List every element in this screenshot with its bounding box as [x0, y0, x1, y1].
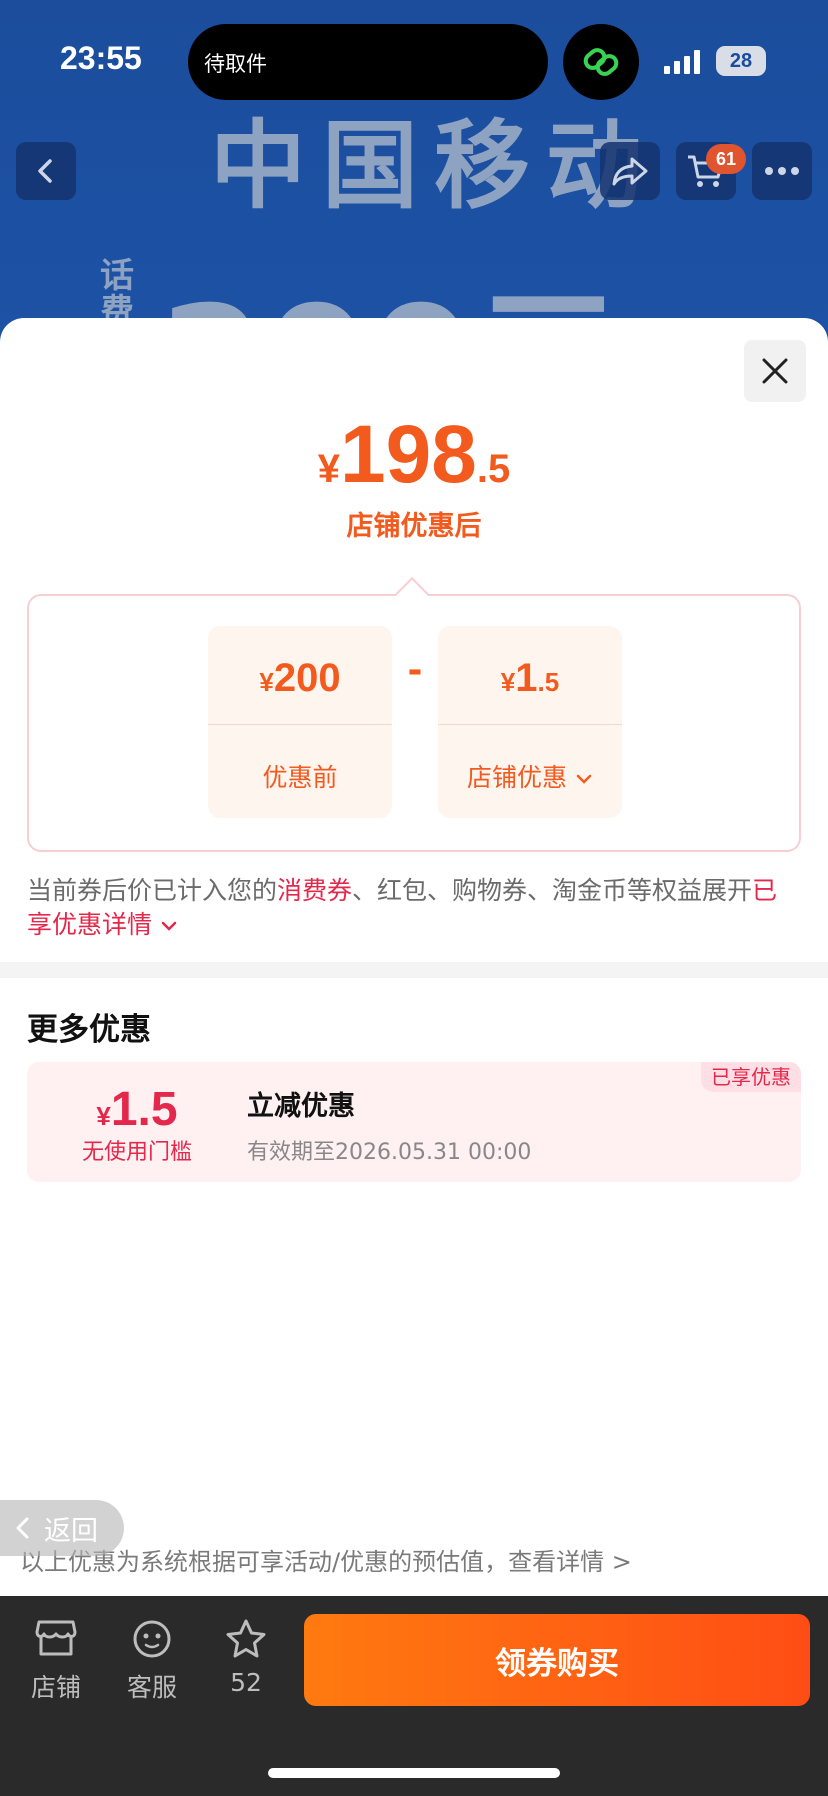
battery-indicator: 28 [716, 46, 766, 76]
coupon-amount: ¥1.5 [96, 1083, 178, 1136]
shop-discount-value: ¥1.5 [500, 656, 560, 700]
close-button[interactable] [744, 340, 806, 402]
close-icon [762, 358, 788, 384]
card-divider [438, 724, 622, 725]
back-button-label: 返回 [44, 1515, 98, 1547]
customer-service-button[interactable]: 客服 [112, 1618, 192, 1718]
status-time: 23:55 [60, 40, 142, 76]
customer-service-icon [133, 1620, 171, 1658]
share-icon[interactable] [600, 142, 660, 200]
link-icon[interactable] [563, 24, 639, 100]
estimate-footnote[interactable]: 以上优惠为系统根据可享活动/优惠的预估值，查看详情 > [20, 1542, 810, 1577]
coupon-card[interactable]: 已享优惠 ¥1.5 无使用门槛 立减优惠 有效期至2026.05.31 00:0… [27, 1062, 801, 1182]
claim-coupon-buy-button[interactable]: 领券购买 [304, 1614, 810, 1706]
home-indicator[interactable] [268, 1768, 560, 1778]
star-icon [226, 1619, 266, 1658]
price-breakdown-box [27, 594, 801, 852]
shop-icon [35, 1620, 77, 1656]
coupon-note: 当前券后价已计入您的消费券、红包、购物券、淘金币等权益展开已享优惠详情 [27, 876, 778, 939]
island-text: 待取件 [204, 52, 267, 76]
chevron-down-icon [576, 774, 592, 784]
card-divider [208, 724, 392, 725]
coupon-name: 立减优惠 [247, 1091, 355, 1122]
minus-operator: - [407, 650, 423, 691]
favorite-button[interactable]: 52 [206, 1618, 286, 1718]
shop-button[interactable]: 店铺 [16, 1618, 96, 1718]
back-button[interactable]: 返回 [0, 1500, 124, 1556]
more-icon[interactable] [752, 142, 812, 200]
final-price: ¥198.5 [0, 408, 828, 502]
original-price-label: 优惠前 [262, 763, 338, 792]
cart-badge: 61 [706, 144, 746, 174]
final-price-decimal: .5 [476, 447, 511, 491]
coupon-status-badge: 已享优惠 [701, 1062, 801, 1092]
section-divider [0, 962, 828, 978]
original-price-value: ¥200 [259, 656, 341, 700]
original-price-card: ¥200 优惠前 [208, 626, 392, 818]
signal-icon [664, 50, 706, 74]
final-price-integer: 198 [340, 409, 477, 500]
more-offers-title: 更多优惠 [27, 1012, 151, 1048]
consumer-coupon-link[interactable]: 消费券 [277, 876, 352, 905]
shop-discount-card[interactable]: ¥1.5 店铺优惠 [438, 626, 622, 818]
product-headline: 中国移动 [210, 110, 658, 222]
final-price-caption: 店铺优惠后 [346, 511, 482, 542]
customer-service-label: 客服 [126, 1673, 177, 1702]
chevron-left-icon [16, 1517, 29, 1539]
coupon-validity: 有效期至2026.05.31 00:00 [247, 1140, 532, 1165]
shop-label: 店铺 [30, 1673, 81, 1702]
favorite-count: 52 [230, 1668, 262, 1697]
shop-discount-label: 店铺优惠 [438, 758, 622, 794]
coupon-condition: 无使用门槛 [81, 1140, 192, 1165]
final-price-currency: ¥ [317, 447, 341, 491]
back-arrow-icon[interactable] [16, 142, 76, 200]
chevron-down-icon [161, 921, 177, 931]
